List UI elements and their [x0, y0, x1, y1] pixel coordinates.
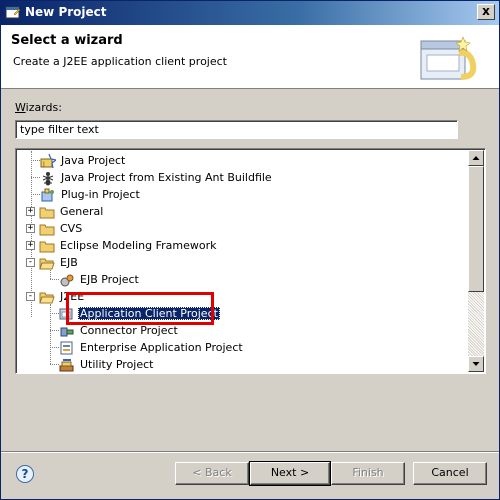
help-button[interactable]: ? [16, 465, 34, 483]
tree-item-label: Eclipse Modeling Framework [60, 239, 217, 252]
tree-folder-j2ee[interactable]: - J2EE [26, 288, 86, 305]
arrow-down-icon [472, 362, 480, 366]
collapse-icon[interactable]: - [26, 258, 35, 267]
wizard-tree[interactable]: J Java Project Java Project from Existin… [15, 148, 486, 374]
scroll-thumb[interactable] [468, 166, 484, 292]
folder-open-icon [39, 258, 55, 269]
tree-item-label: J2EE [60, 290, 85, 303]
plugin-project-icon [41, 188, 54, 201]
folder-icon [39, 224, 55, 235]
expand-icon[interactable]: + [26, 224, 35, 233]
ant-icon [42, 171, 54, 185]
tree-folder-emf[interactable]: + Eclipse Modeling Framework [26, 237, 219, 254]
tree-item-enterprise-application-project[interactable]: Enterprise Application Project [59, 339, 245, 356]
java-project-icon: J [40, 153, 56, 168]
svg-text:J: J [42, 161, 45, 168]
new-project-dialog: New Project x Select a wizard Create a J… [0, 0, 500, 500]
expand-icon[interactable]: + [26, 207, 35, 216]
tree-item-connector-project[interactable]: Connector Project [59, 322, 180, 339]
tree-item-label: Application Client Project [78, 307, 220, 320]
back-button[interactable]: < Back [175, 462, 249, 485]
tree-scrollbar[interactable] [468, 150, 484, 372]
folder-icon [39, 207, 55, 218]
collapse-icon[interactable]: - [26, 292, 35, 301]
scroll-down-button[interactable] [468, 356, 484, 372]
tree-item-label: EJB Project [80, 273, 139, 286]
tree-item-label: Enterprise Application Project [80, 341, 243, 354]
close-button[interactable]: x [477, 4, 495, 20]
tree-item-label: EJB [60, 256, 78, 269]
next-button-label: Next > [270, 466, 310, 479]
tree-item-label: CVS [60, 222, 83, 235]
wizards-label-accelerator: W [15, 101, 26, 114]
tree-item-ejb-project[interactable]: EJB Project [59, 271, 141, 288]
tree-item-plugin-project[interactable]: Plug-in Project [40, 186, 142, 203]
tree-item-label: Plug-in Project [61, 188, 140, 201]
expand-icon[interactable]: + [26, 241, 35, 250]
tree-item-label: Utility Project [80, 358, 154, 371]
wizard-banner: Select a wizard Create a J2EE applicatio… [1, 25, 499, 89]
wizards-label: Wizards: [15, 101, 62, 114]
tree-item-label: General [60, 205, 104, 218]
tree-item-ant-project[interactable]: Java Project from Existing Ant Buildfile [40, 169, 274, 186]
utility-project-icon [59, 358, 74, 371]
page-description: Create a J2EE application client project [13, 55, 227, 68]
next-button[interactable]: Next > [249, 461, 331, 486]
tree-folder-cvs[interactable]: + CVS [26, 220, 84, 237]
tree-item-utility-project[interactable]: Utility Project [59, 356, 156, 373]
ejb-project-icon [60, 274, 74, 286]
arrow-up-icon [472, 156, 480, 160]
finish-button[interactable]: Finish [331, 462, 405, 485]
connector-project-icon [60, 327, 74, 336]
tree-item-java-project[interactable]: J Java Project [40, 152, 127, 169]
scroll-up-button[interactable] [468, 150, 484, 166]
eclipse-app-icon [5, 6, 21, 19]
tree-folder-ejb[interactable]: - EJB [26, 254, 80, 271]
tree-item-label: Java Project from Existing Ant Buildfile [61, 171, 272, 184]
help-icon: ? [21, 467, 29, 481]
folder-open-icon [39, 292, 55, 303]
folder-icon [39, 241, 55, 252]
wizard-banner-icon [420, 36, 477, 80]
enterprise-app-project-icon [60, 341, 73, 354]
finish-button-label: Finish [352, 466, 384, 479]
title-bar[interactable]: New Project x [1, 1, 499, 25]
filter-input[interactable] [15, 120, 458, 139]
tree-item-label: Java Project [61, 154, 126, 167]
close-icon: x [482, 4, 490, 18]
tree-folder-general[interactable]: + General [26, 203, 105, 220]
wizards-label-text: izards: [25, 101, 62, 114]
page-title: Select a wizard [11, 33, 123, 48]
app-client-project-icon [59, 308, 73, 319]
tree-item-application-client-project[interactable]: Application Client Project [59, 305, 220, 322]
tree-item-label: Connector Project [80, 324, 178, 337]
cancel-button[interactable]: Cancel [413, 462, 487, 485]
button-bar-separator [1, 451, 499, 453]
back-button-label: < Back [192, 466, 232, 479]
cancel-button-label: Cancel [431, 466, 469, 479]
wizard-tree-rows: J Java Project Java Project from Existin… [18, 151, 468, 373]
window-title: New Project [25, 5, 107, 19]
